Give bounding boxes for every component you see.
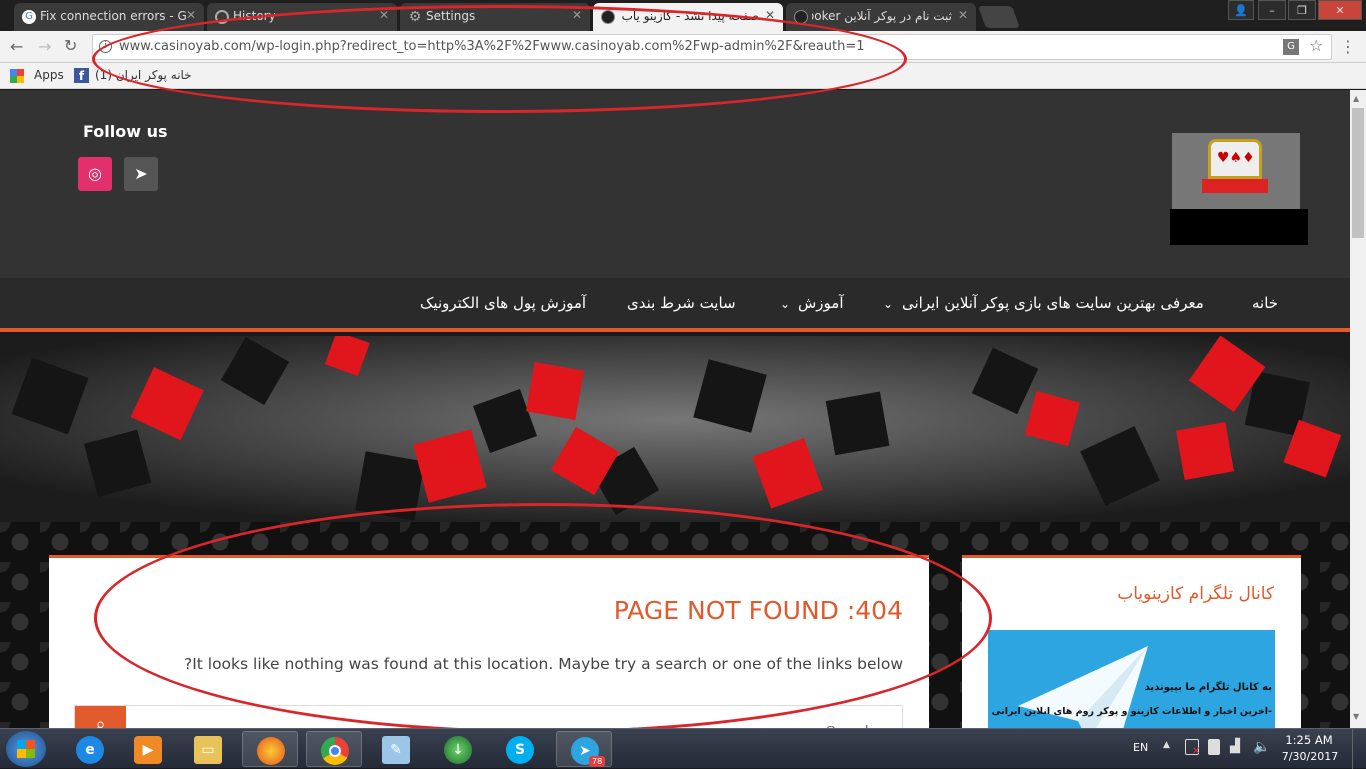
- windows-logo-icon: [17, 740, 35, 758]
- volume-icon[interactable]: 🔈: [1253, 739, 1270, 755]
- taskbar-ie[interactable]: e: [62, 731, 118, 767]
- firefox-icon: [257, 737, 285, 765]
- translate-icon[interactable]: G: [1283, 39, 1299, 55]
- taskbar-firefox[interactable]: [242, 731, 298, 767]
- taskbar-telegram[interactable]: ➤ 78: [556, 731, 612, 767]
- back-arrow-icon[interactable]: ←: [10, 37, 23, 56]
- profile-button[interactable]: 👤: [1228, 0, 1254, 20]
- taskbar-skype[interactable]: S: [492, 731, 548, 767]
- telegram-promo-image[interactable]: به کانال تلگرام ما بپیوندید -آخرین اخبار…: [988, 630, 1275, 728]
- main-navigation: خانه معرفی بهترین سایت های بازی پوکر آنل…: [0, 278, 1350, 332]
- sidebar-widget: کانال تلگرام کازینویاب به کانال تلگرام م…: [962, 555, 1301, 728]
- nav-betting-site[interactable]: سایت شرط بندی: [627, 294, 736, 312]
- internet-explorer-icon: e: [76, 736, 104, 764]
- clock-time[interactable]: 1:25 AM: [1278, 733, 1340, 747]
- facebook-icon: f: [74, 68, 89, 83]
- new-tab-button[interactable]: [977, 6, 1021, 28]
- media-player-icon: ▶: [134, 736, 162, 764]
- telegram-icon[interactable]: ➤: [124, 157, 158, 191]
- slot-machine-icon: ♥♠♦: [1208, 139, 1262, 179]
- site-logo[interactable]: ♥♠♦: [1172, 133, 1300, 209]
- site-header: Follow us ◎ ➤ ♥♠♦: [0, 90, 1350, 278]
- google-icon: G: [22, 10, 36, 24]
- reload-icon[interactable]: ↻: [64, 36, 77, 55]
- clock-date[interactable]: 7/30/2017: [1276, 750, 1344, 763]
- bookmark-star-icon[interactable]: ☆: [1309, 36, 1323, 55]
- chrome-icon: [321, 737, 349, 765]
- follow-us-label: Follow us: [83, 122, 168, 141]
- network-signal-icon[interactable]: ▟: [1230, 739, 1240, 754]
- close-window-button[interactable]: ✕: [1318, 0, 1362, 20]
- windows-taskbar: e ▶ ▭ ✎ ↓ S ➤ 78 EN ▲ ✕ ▟ 🔈 1:25 AM 7/30…: [0, 728, 1366, 769]
- search-icon[interactable]: ⌕: [75, 706, 126, 728]
- folder-icon: ▭: [194, 736, 222, 764]
- promo-line-2: -آخرین اخبار و اطلاعات کازینو و پوکر روم…: [991, 706, 1272, 717]
- download-manager-icon: ↓: [444, 736, 472, 764]
- chevron-down-icon[interactable]: ⌄: [883, 297, 893, 311]
- nav-tutorial[interactable]: آموزش: [798, 294, 844, 312]
- unread-badge: 78: [589, 756, 606, 767]
- menu-dots-icon[interactable]: ⋮: [1340, 37, 1356, 56]
- slot-machine-base: [1202, 179, 1268, 193]
- show-desktop-button[interactable]: [1352, 729, 1366, 769]
- promo-line-1: به کانال تلگرام ما بپیوندید: [1144, 682, 1272, 693]
- close-tab-icon[interactable]: ✕: [958, 8, 968, 22]
- action-center-icon[interactable]: ✕: [1185, 739, 1200, 757]
- banner-cubes-graphic: [0, 336, 1350, 522]
- nav-best-poker-sites[interactable]: معرفی بهترین سایت های بازی پوکر آنلاین ا…: [902, 294, 1204, 312]
- header-banner-image: [0, 336, 1350, 522]
- redacted-logo-text: [1170, 209, 1308, 245]
- scrollbar-thumb[interactable]: [1352, 108, 1364, 238]
- instagram-icon[interactable]: ◎: [78, 157, 112, 191]
- scroll-up-arrow[interactable]: ▲: [1353, 94, 1359, 103]
- minimize-button[interactable]: –: [1258, 0, 1286, 20]
- start-button[interactable]: [6, 731, 46, 767]
- taskbar-notepad[interactable]: ✎: [368, 731, 424, 767]
- apps-grid-icon: [10, 69, 24, 83]
- taskbar-explorer[interactable]: ▭: [180, 731, 236, 767]
- taskbar-download-manager[interactable]: ↓: [430, 731, 486, 767]
- skype-icon: S: [506, 736, 534, 764]
- language-indicator[interactable]: EN: [1133, 741, 1148, 754]
- taskbar-media-player[interactable]: ▶: [120, 731, 176, 767]
- scroll-down-arrow[interactable]: ▼: [1353, 712, 1359, 721]
- nav-home[interactable]: خانه: [1252, 294, 1278, 312]
- forward-arrow-icon[interactable]: →: [38, 37, 51, 56]
- battery-icon[interactable]: [1208, 739, 1220, 755]
- chevron-down-icon[interactable]: ⌄: [780, 297, 790, 311]
- maximize-button[interactable]: ❐: [1288, 0, 1316, 20]
- annotation-oval-404: [94, 503, 992, 733]
- widget-title: کانال تلگرام کازینویاب: [1117, 584, 1274, 604]
- annotation-oval-url: [92, 5, 907, 113]
- page-scrollbar[interactable]: ▲ ▼: [1350, 90, 1366, 728]
- show-hidden-icons-arrow[interactable]: ▲: [1163, 740, 1170, 750]
- taskbar-chrome[interactable]: [306, 731, 362, 767]
- bookmark-apps[interactable]: Apps: [34, 68, 64, 82]
- nav-e-money-tutorial[interactable]: آموزش پول های الکترونیک: [420, 294, 586, 312]
- close-tab-icon[interactable]: ✕: [186, 8, 196, 22]
- notepad-icon: ✎: [382, 736, 410, 764]
